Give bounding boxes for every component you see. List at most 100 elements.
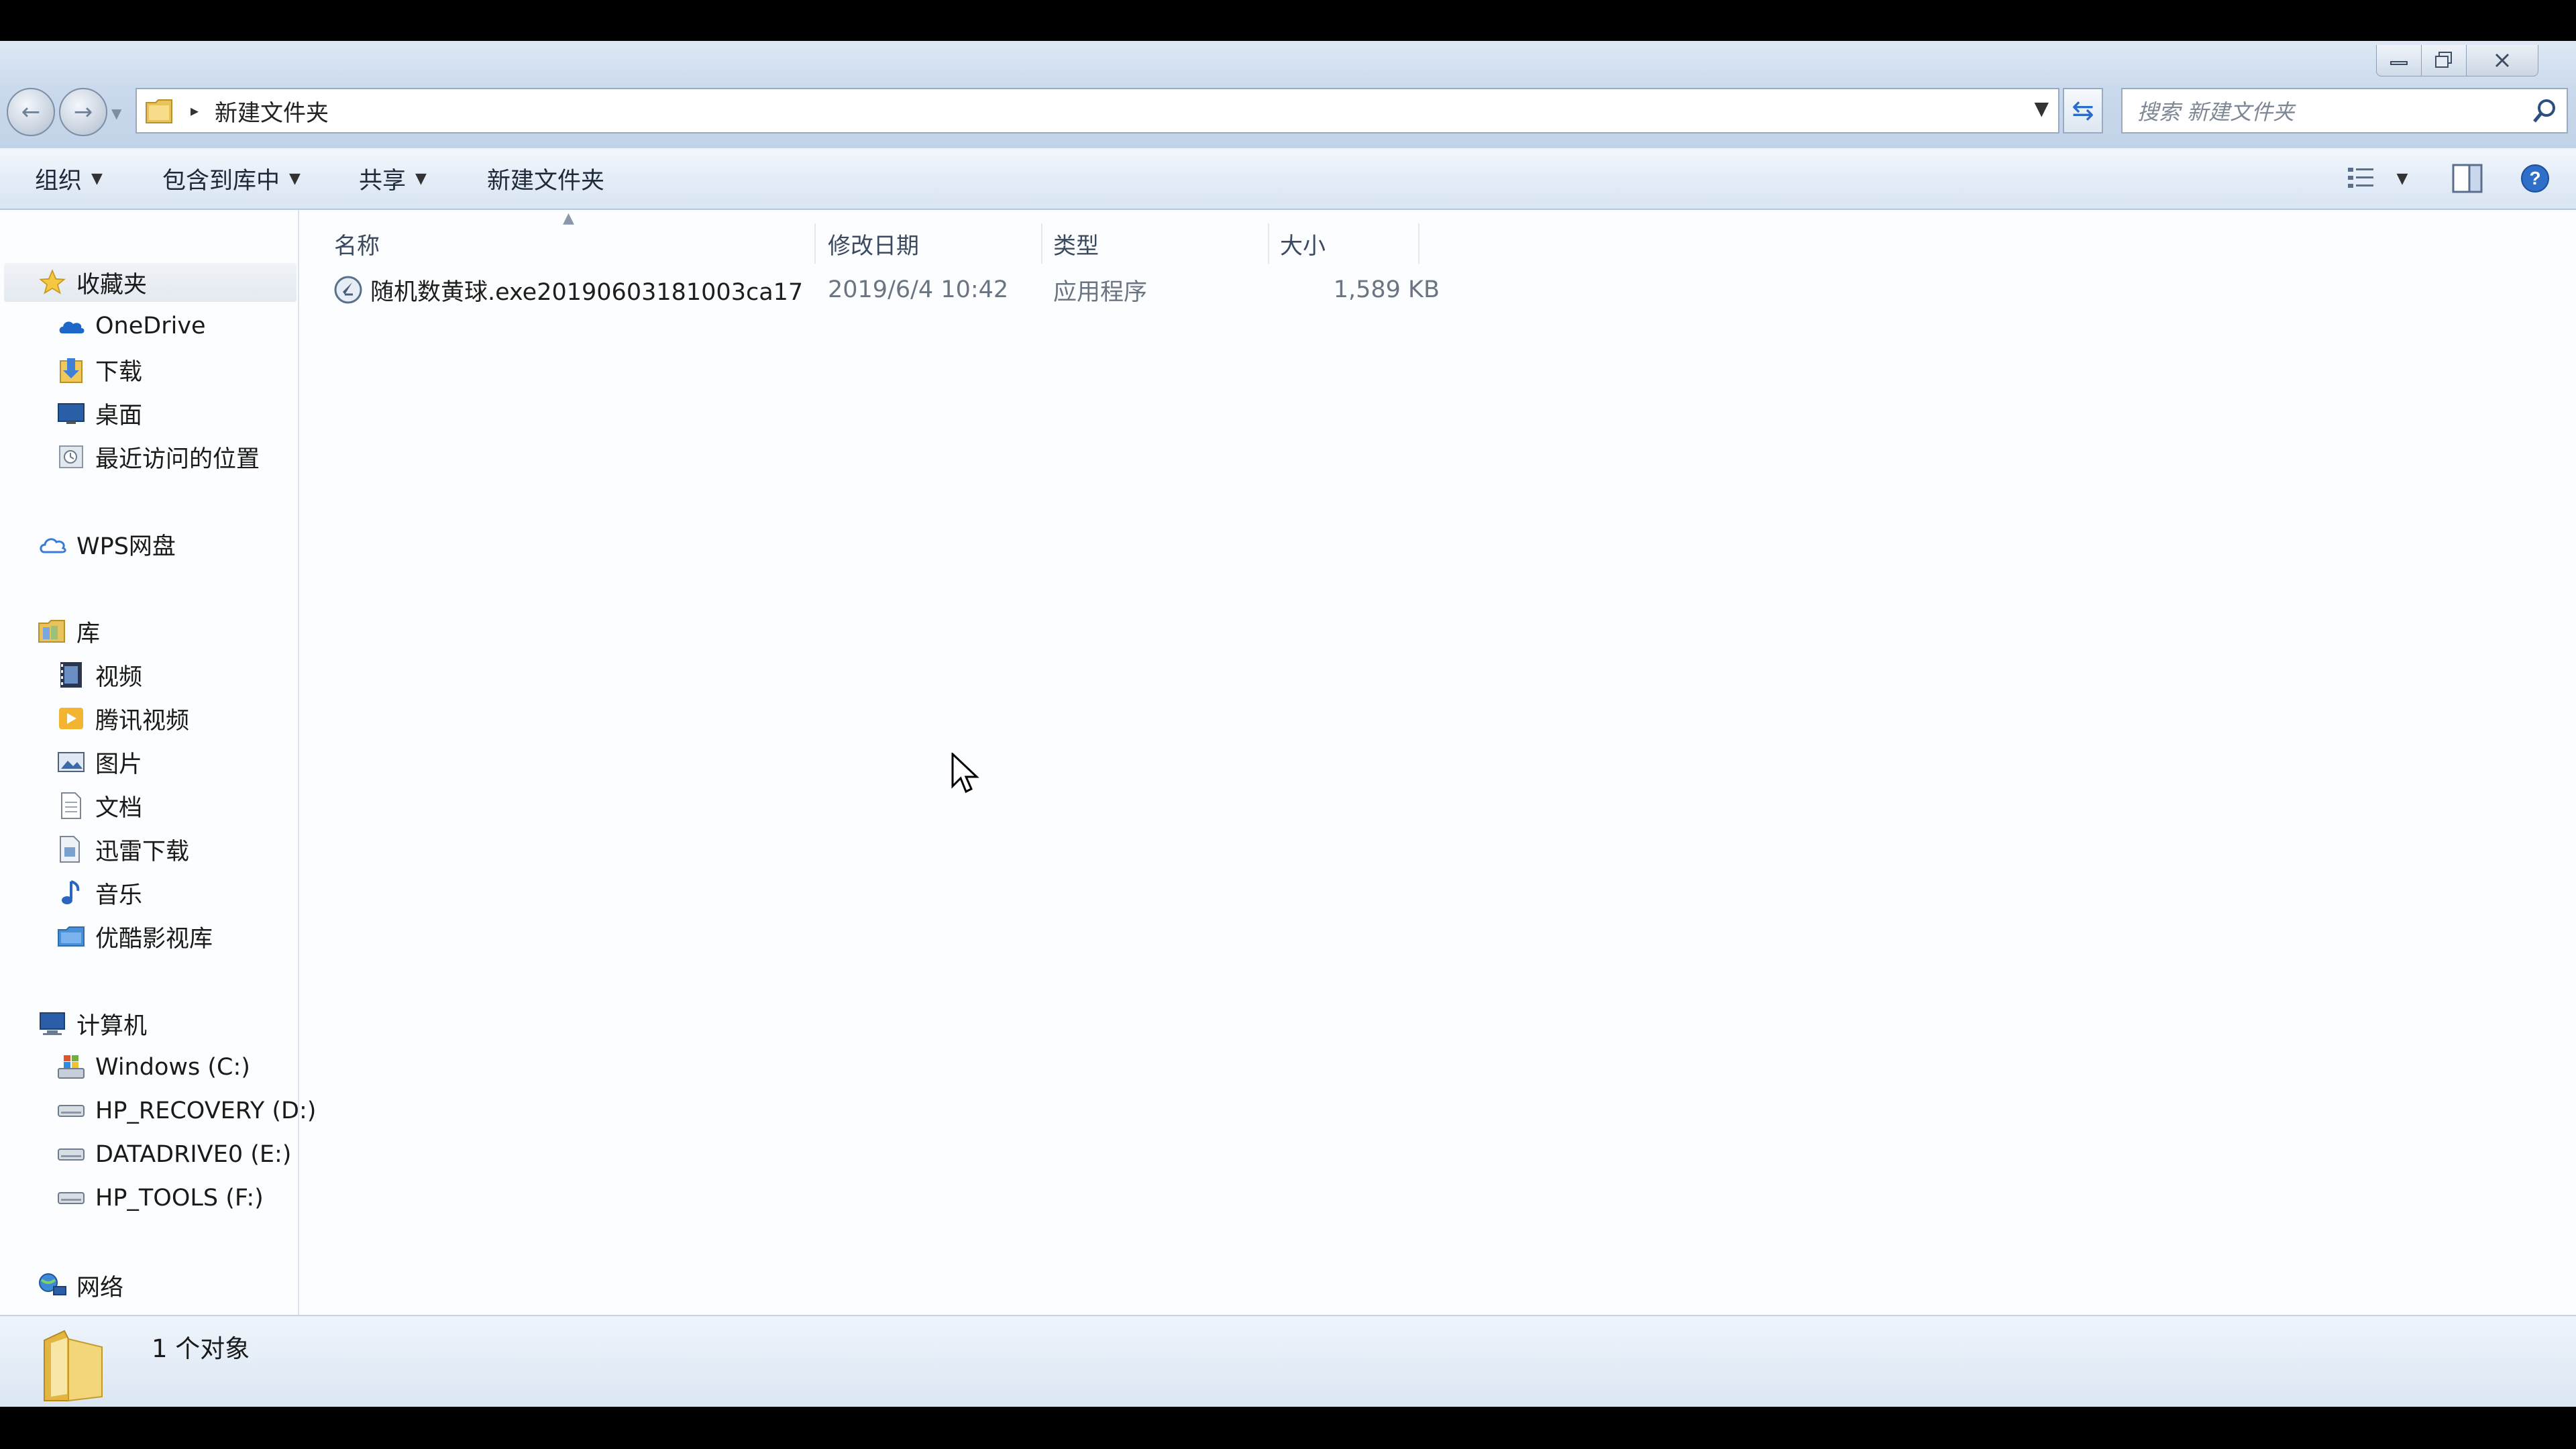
details-view-icon (2348, 168, 2373, 188)
column-header-type[interactable]: 类型 (1053, 223, 1268, 264)
back-arrow-icon: ← (21, 99, 41, 125)
downloads-icon (56, 355, 86, 384)
nav-wps-cloud[interactable]: WPS网盘 (38, 525, 176, 564)
column-header-label: 修改日期 (828, 232, 919, 260)
navigation-pane: 收藏夹 OneDrive 下载 桌面 最近访问的位置 WPS网盘 库 视频 腾讯… (0, 210, 316, 1357)
nav-item-label: 桌面 (95, 402, 143, 429)
share-menu[interactable]: 共享 ▼ (359, 148, 427, 209)
breadcrumb-separator[interactable]: ▸ (191, 101, 199, 120)
file-row[interactable]: 随机数黄球.exe20190603181003ca17 2019/6/4 10:… (333, 270, 1715, 309)
chevron-down-icon: ▼ (415, 170, 427, 187)
nav-network[interactable]: 网络 (38, 1266, 123, 1305)
restore-button[interactable] (2421, 45, 2467, 76)
close-button[interactable] (2466, 45, 2538, 76)
view-options-button[interactable] (2345, 163, 2377, 194)
minimize-button[interactable] (2376, 45, 2422, 76)
nav-computer[interactable]: 计算机 (38, 1004, 147, 1043)
nav-favorites[interactable]: 收藏夹 (4, 263, 297, 302)
close-icon (2495, 53, 2510, 68)
nav-item-documents[interactable]: 文档 (56, 786, 142, 825)
nav-drive-e[interactable]: DATADRIVE0 (E:) (56, 1135, 291, 1174)
nav-item-onedrive[interactable]: OneDrive (56, 307, 206, 345)
thunder-downloads-icon (56, 835, 86, 864)
column-divider[interactable] (1418, 223, 1419, 264)
nav-item-tencent-video[interactable]: 腾讯视频 (56, 699, 189, 738)
nav-item-label: 最近访问的位置 (95, 445, 260, 473)
folder-icon (145, 96, 176, 125)
nav-item-pictures[interactable]: 图片 (56, 743, 142, 782)
video-library-icon (56, 660, 86, 690)
help-icon: ? (2521, 164, 2549, 193)
nav-network-label: 网络 (76, 1274, 124, 1301)
youku-library-icon (56, 922, 86, 951)
nav-item-youku[interactable]: 优酷影视库 (56, 917, 213, 956)
search-icon[interactable] (2532, 97, 2559, 124)
details-pane: 1 个对象 (0, 1315, 2576, 1407)
nav-item-label: 图片 (95, 751, 143, 778)
address-history-dropdown[interactable]: ▼ (2034, 97, 2049, 119)
computer-icon (38, 1009, 67, 1038)
command-bar: 组织 ▼ 包含到库中 ▼ 共享 ▼ 新建文件夹 ▼ ? (0, 148, 2576, 210)
search-input[interactable]: 搜索 新建文件夹 (2137, 95, 2294, 126)
refresh-button[interactable]: ⇆ (2063, 88, 2103, 133)
column-header-label: 名称 (334, 232, 380, 260)
column-divider[interactable] (1041, 223, 1042, 264)
include-in-library-menu[interactable]: 包含到库中 ▼ (162, 148, 301, 209)
column-divider[interactable] (814, 223, 816, 264)
file-modified: 2019/6/4 10:42 (828, 276, 1009, 303)
explorer-window: ← → ▼ ▸ 新建文件夹 ▼ ⇆ 搜索 新建文件夹 组织 ▼ 包含到库中 ▼ … (0, 41, 2576, 1407)
star-icon (38, 268, 67, 297)
nav-item-thunder-downloads[interactable]: 迅雷下载 (56, 830, 189, 869)
new-folder-button[interactable]: 新建文件夹 (487, 148, 604, 209)
desktop-icon (56, 398, 86, 428)
nav-item-label: HP_RECOVERY (D:) (95, 1097, 317, 1124)
breadcrumb-current-folder[interactable]: 新建文件夹 (215, 95, 329, 127)
network-icon (38, 1271, 67, 1300)
view-dropdown[interactable]: ▼ (2392, 163, 2412, 194)
forward-button[interactable]: → (59, 88, 107, 136)
column-header-label: 大小 (1280, 232, 1326, 260)
hard-drive-icon (56, 1183, 86, 1213)
nav-wps-label: WPS网盘 (76, 533, 176, 560)
nav-item-label: 音乐 (95, 881, 143, 909)
recent-pages-dropdown[interactable]: ▼ (111, 105, 121, 121)
search-box[interactable]: 搜索 新建文件夹 (2121, 88, 2568, 133)
cloud-icon (38, 529, 67, 559)
nav-item-label: 优酷影视库 (95, 925, 213, 953)
nav-item-recent-places[interactable]: 最近访问的位置 (56, 437, 260, 476)
file-size: 1,589 KB (1333, 276, 1440, 303)
column-header-name[interactable]: 名称 (334, 223, 804, 264)
title-bar: ← → ▼ ▸ 新建文件夹 ▼ ⇆ 搜索 新建文件夹 (0, 41, 2576, 148)
nav-drive-d[interactable]: HP_RECOVERY (D:) (56, 1091, 316, 1130)
share-label: 共享 (359, 167, 407, 195)
nav-item-label: 视频 (95, 663, 143, 691)
nav-item-videos[interactable]: 视频 (56, 655, 142, 694)
nav-item-label: 文档 (95, 794, 143, 822)
column-divider[interactable] (1268, 223, 1269, 264)
forward-arrow-icon: → (73, 99, 93, 125)
nav-drive-c[interactable]: Windows (C:) (56, 1048, 250, 1087)
preview-pane-button[interactable] (2451, 163, 2484, 194)
chevron-down-icon: ▼ (91, 170, 103, 187)
nav-item-downloads[interactable]: 下载 (56, 350, 142, 389)
refresh-icon: ⇆ (2072, 95, 2094, 126)
nav-libraries[interactable]: 库 (38, 612, 100, 651)
chevron-down-icon: ▼ (289, 170, 301, 187)
hard-drive-icon (56, 1096, 86, 1126)
nav-libraries-label: 库 (76, 620, 101, 647)
help-button[interactable]: ? (2518, 163, 2552, 194)
back-button[interactable]: ← (7, 88, 55, 136)
column-header-modified[interactable]: 修改日期 (828, 223, 1042, 264)
tencent-video-icon (56, 704, 86, 733)
file-list: ▲ 名称 修改日期 类型 大小 随机数黄球.exe20190603181003c… (299, 210, 2576, 1357)
music-icon (56, 878, 86, 908)
column-header-size[interactable]: 大小 (1280, 223, 1481, 264)
nav-item-desktop[interactable]: 桌面 (56, 394, 142, 433)
libraries-icon (38, 616, 67, 646)
nav-item-label: 迅雷下载 (95, 838, 190, 865)
nav-item-music[interactable]: 音乐 (56, 873, 142, 912)
organize-menu[interactable]: 组织 ▼ (35, 148, 103, 209)
address-bar[interactable]: ▸ 新建文件夹 ▼ (136, 88, 2059, 133)
nav-drive-f[interactable]: HP_TOOLS (F:) (56, 1179, 264, 1218)
file-name-cell[interactable]: 随机数黄球.exe20190603181003ca17 (333, 270, 803, 309)
